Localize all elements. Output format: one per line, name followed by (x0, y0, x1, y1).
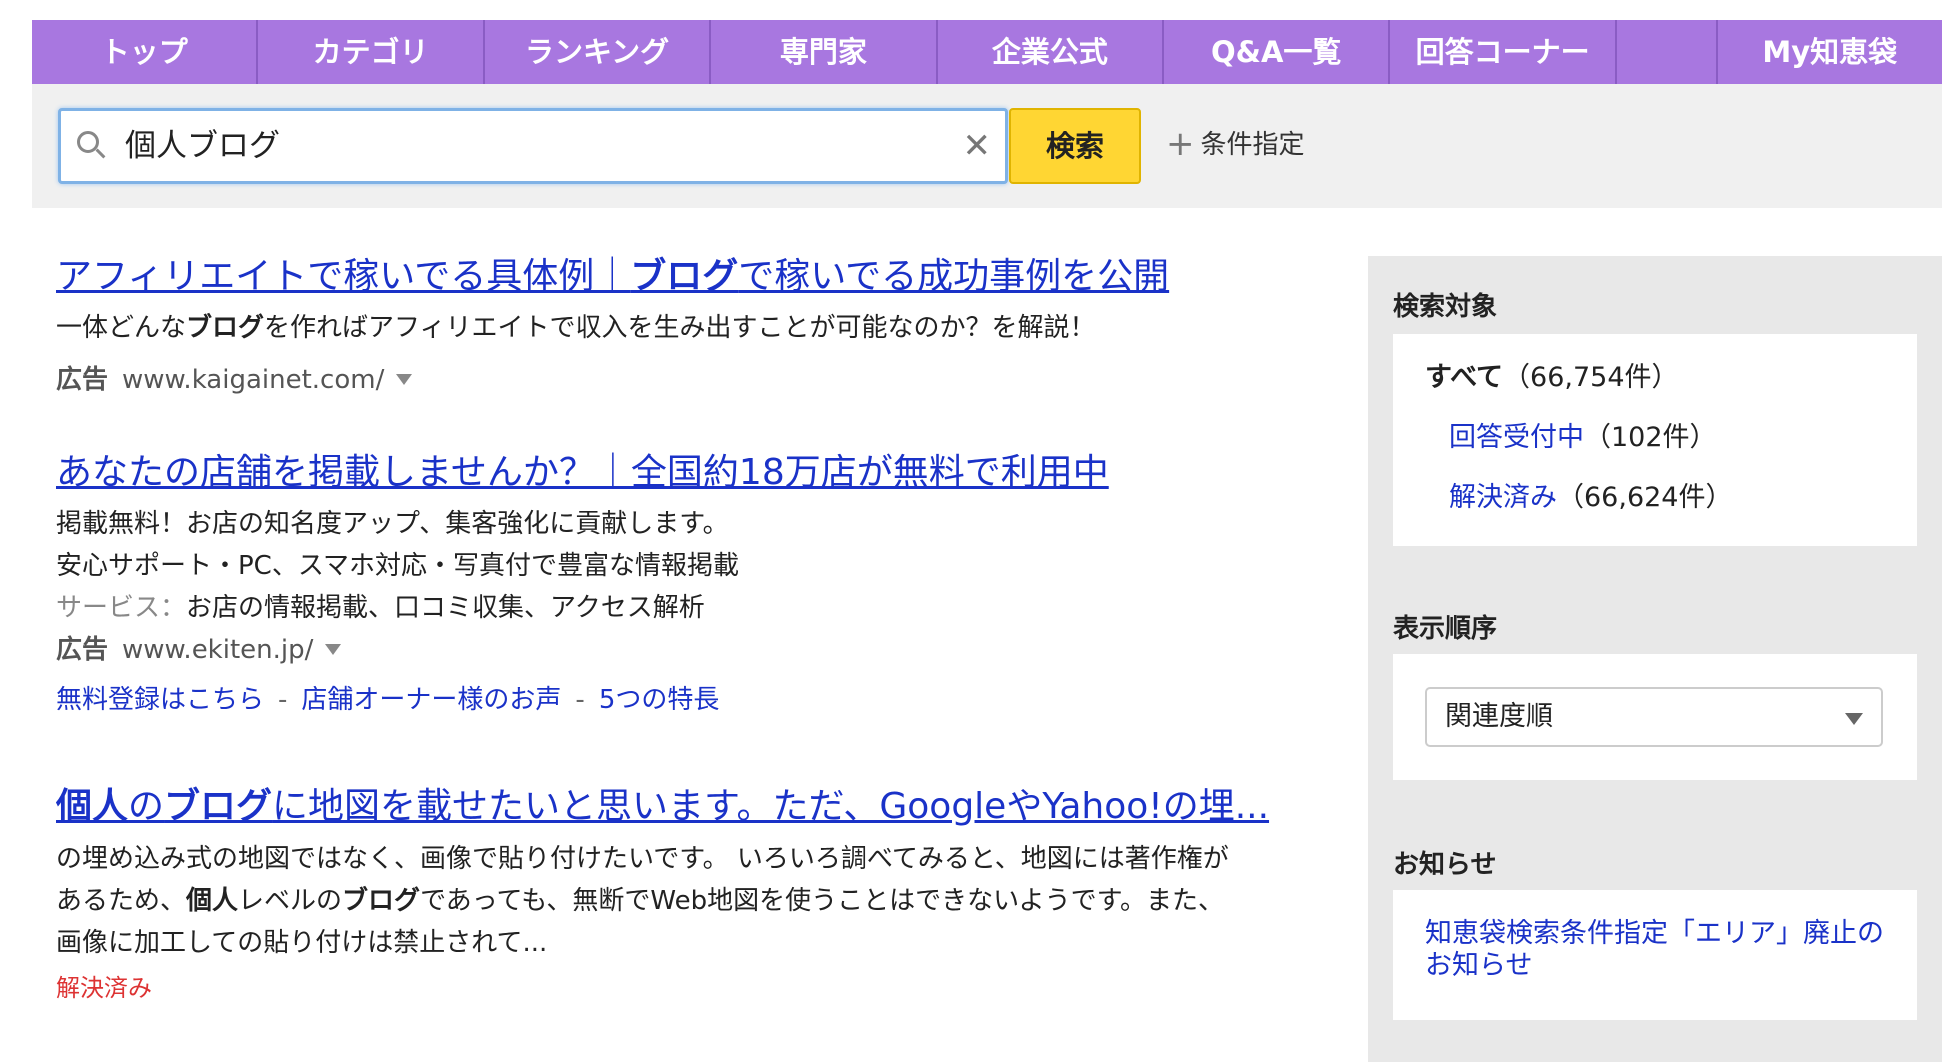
clear-icon[interactable]: ✕ (963, 111, 992, 181)
result-url-line: 広告 www.ekiten.jp/ (56, 630, 1346, 670)
result-url: www.kaigainet.com/ (122, 365, 385, 395)
result-qa-1: 個人のブログに地図を載せたいと思います。ただ、GoogleやYahoo!の埋..… (56, 782, 1346, 1006)
desc-keyword: ブログ (186, 313, 265, 343)
plus-icon: + (1166, 124, 1195, 164)
search-icon (77, 131, 99, 153)
sort-order-value: 関連度順 (1445, 701, 1553, 732)
nav-item-qa-list[interactable]: Q&A一覧 (1164, 20, 1391, 84)
result-description: の埋め込み式の地図ではなく、画像で貼り付けたいです。 いろいろ調べてみると、地図… (56, 838, 1346, 964)
chevron-down-icon (1845, 713, 1863, 725)
service-label: サービス： (56, 593, 187, 623)
service-text: お店の情報掲載、口コミ収集、アクセス解析 (186, 593, 705, 623)
search-button[interactable]: 検索 (1009, 108, 1141, 184)
search-input[interactable]: 個人ブログ ✕ (58, 108, 1008, 184)
desc-part: 一体どんな (56, 313, 187, 343)
desc-line: 安心サポート・PC、スマホ対応・写真付で豊富な情報掲載 (56, 551, 740, 581)
top-nav: トップ カテゴリ ランキング 専門家 企業公式 Q&A一覧 回答コーナー My知… (32, 20, 1942, 84)
target-open-count: （102件） (1584, 422, 1717, 453)
caret-down-icon[interactable] (396, 374, 413, 385)
desc-line: 掲載無料！お店の知名度アップ、集客強化に貢献します。 (56, 509, 729, 539)
nav-item-ranking[interactable]: ランキング (485, 20, 712, 84)
title-part: で稼いでる成功事例を公開 (738, 256, 1170, 297)
notice-heading: お知らせ (1393, 850, 1497, 880)
target-all-count: （66,754件） (1503, 362, 1679, 393)
title-keyword: ブログ (164, 786, 273, 827)
service-line: サービス：お店の情報掲載、口コミ収集、アクセス解析 (56, 588, 1346, 628)
nav-item-my-chiebukuro[interactable]: My知恵袋 (1718, 20, 1942, 84)
title-part: に地図を載せたいと思います。ただ、GoogleやYahoo!の埋... (272, 786, 1270, 827)
order-box: 関連度順 (1393, 654, 1917, 780)
ad-label: 広告 (56, 365, 109, 395)
conditions-label: 条件指定 (1200, 130, 1305, 160)
result-title-link[interactable]: アフィリエイトで稼いでる具体例｜ブログで稼いでる成功事例を公開 (56, 252, 1346, 302)
desc-part: を作ればアフィリエイトで収入を生み出すことが可能なのか？を解説！ (264, 313, 1096, 343)
result-url: www.ekiten.jp/ (122, 635, 314, 665)
sitelinks: 無料登録はこちら - 店舗オーナー様のお声 -5つの特長 (56, 680, 1346, 720)
nav-item-top[interactable]: トップ (32, 20, 259, 84)
target-open: 回答受付中（102件） (1449, 408, 1717, 468)
target-resolved: 解決済み（66,624件） (1449, 468, 1732, 528)
desc-part: であっても、無断でWeb地図を使うことはできないようです。また、 (420, 886, 1224, 916)
desc-keyword: 個人 (186, 886, 239, 916)
target-resolved-count: （66,624件） (1557, 482, 1733, 513)
title-part: の (128, 786, 165, 827)
target-open-link[interactable]: 回答受付中 (1449, 422, 1584, 453)
result-url-line: 広告 www.kaigainet.com/ (56, 360, 1346, 400)
result-title-link[interactable]: 個人のブログに地図を載せたいと思います。ただ、GoogleやYahoo!の埋..… (56, 782, 1346, 832)
sidebar: 検索対象 すべて（66,754件） 回答受付中（102件） 解決済み（66,62… (1368, 256, 1942, 1062)
desc-part: レベルの (238, 886, 343, 916)
desc-keyword: ブログ (342, 886, 421, 916)
sitelink-register[interactable]: 無料登録はこちら (56, 685, 264, 715)
nav-item-spacer (1617, 20, 1718, 84)
desc-line: の埋め込み式の地図ではなく、画像で貼り付けたいです。 いろいろ調べてみると、地図… (56, 844, 1229, 874)
order-heading: 表示順序 (1393, 614, 1498, 644)
sitelink-owner-voice[interactable]: 店舗オーナー様のお声 (301, 685, 561, 715)
status-badge: 解決済み (56, 974, 152, 1002)
title-keyword: 個人 (56, 786, 129, 827)
nav-item-category[interactable]: カテゴリ (258, 20, 485, 84)
caret-down-icon[interactable] (325, 644, 342, 655)
result-ad-1: アフィリエイトで稼いでる具体例｜ブログで稼いでる成功事例を公開 一体どんなブログ… (56, 252, 1346, 400)
desc-part: あるため、 (56, 886, 187, 916)
desc-line: あるため、個人レベルのブログであっても、無断でWeb地図を使うことはできないよう… (56, 880, 1346, 922)
target-all: すべて（66,754件） (1425, 348, 1679, 408)
sort-order-select[interactable]: 関連度順 (1425, 687, 1883, 747)
nav-item-experts[interactable]: 専門家 (711, 20, 938, 84)
search-query-text[interactable]: 個人ブログ (125, 111, 280, 181)
target-heading: 検索対象 (1393, 292, 1498, 322)
results-list: アフィリエイトで稼いでる具体例｜ブログで稼いでる成功事例を公開 一体どんなブログ… (56, 252, 1346, 1054)
nav-item-answer-corner[interactable]: 回答コーナー (1390, 20, 1617, 84)
result-description: 掲載無料！お店の知名度アップ、集客強化に貢献します。 安心サポート・PC、スマホ… (56, 504, 1346, 628)
notice-link[interactable]: 知恵袋検索条件指定「エリア」廃止のお知らせ (1425, 918, 1895, 982)
search-area: 個人ブログ ✕ 検索 + 条件指定 (32, 84, 1942, 208)
result-description: 一体どんなブログを作ればアフィリエイトで収入を生み出すことが可能なのか？を解説！ (56, 308, 1346, 348)
conditions-button[interactable]: + 条件指定 (1166, 124, 1305, 165)
ad-label: 広告 (56, 635, 109, 665)
sitelink-separator: - (278, 685, 288, 715)
target-box: すべて（66,754件） 回答受付中（102件） 解決済み（66,624件） (1393, 334, 1917, 546)
sitelink-features[interactable]: 5つの特長 (599, 685, 720, 715)
notice-box: 知恵袋検索条件指定「エリア」廃止のお知らせ (1393, 890, 1917, 1020)
target-resolved-link[interactable]: 解決済み (1449, 482, 1557, 513)
result-title-link[interactable]: あなたの店舗を掲載しませんか？｜全国約18万店が無料で利用中 (56, 448, 1346, 498)
nav-item-official[interactable]: 企業公式 (938, 20, 1165, 84)
title-part: アフィリエイトで稼いでる具体例｜ (56, 256, 631, 297)
sitelink-separator: - (575, 685, 585, 715)
target-all-label: すべて (1425, 362, 1504, 393)
result-ad-2: あなたの店舗を掲載しませんか？｜全国約18万店が無料で利用中 掲載無料！お店の知… (56, 448, 1346, 720)
title-keyword: ブログ (630, 256, 739, 297)
desc-line: 画像に加工しての貼り付けは禁止されて... (56, 928, 548, 958)
